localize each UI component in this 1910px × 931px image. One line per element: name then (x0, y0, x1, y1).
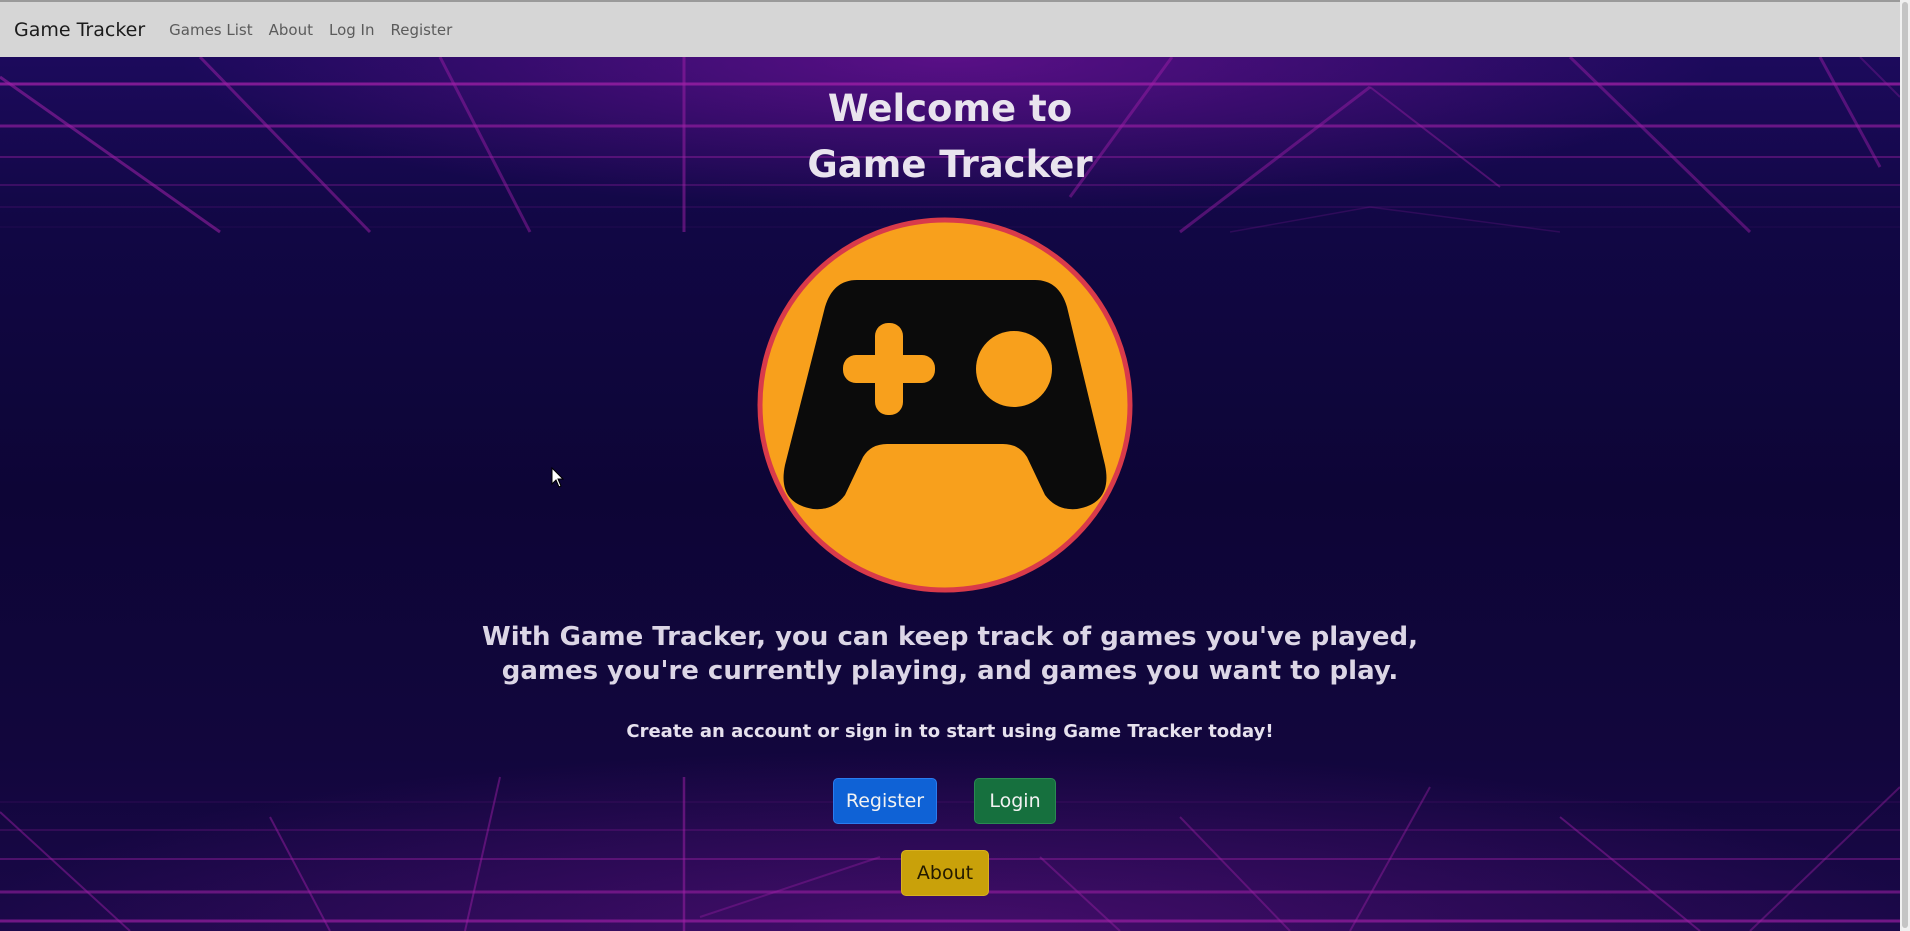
nav-log-in[interactable]: Log In (329, 21, 375, 39)
register-button[interactable]: Register (833, 778, 937, 824)
mouse-cursor-icon (551, 467, 565, 488)
hero-section: Welcome to Game Tracker With Game Tracke… (0, 57, 1900, 931)
tagline: With Game Tracker, you can keep track of… (0, 620, 1900, 688)
tagline-line-2: games you're currently playing, and game… (501, 656, 1399, 686)
title-line-2: Game Tracker (807, 143, 1093, 186)
game-controller-icon (757, 217, 1133, 593)
cta-text: Create an account or sign in to start us… (626, 721, 1274, 742)
page-title: Welcome to Game Tracker (0, 81, 1900, 193)
about-button[interactable]: About (901, 850, 989, 896)
nav-games-list[interactable]: Games List (169, 21, 252, 39)
page-scrollbar[interactable] (1900, 0, 1910, 931)
tagline-line-1: With Game Tracker, you can keep track of… (482, 622, 1418, 652)
login-button[interactable]: Login (974, 778, 1056, 824)
top-navbar: Game Tracker Games List About Log In Reg… (0, 0, 1900, 57)
nav-about[interactable]: About (269, 21, 313, 39)
title-line-1: Welcome to (827, 87, 1073, 130)
scrollbar-thumb[interactable] (1902, 2, 1908, 928)
brand-link[interactable]: Game Tracker (14, 19, 145, 41)
nav-register[interactable]: Register (390, 21, 452, 39)
